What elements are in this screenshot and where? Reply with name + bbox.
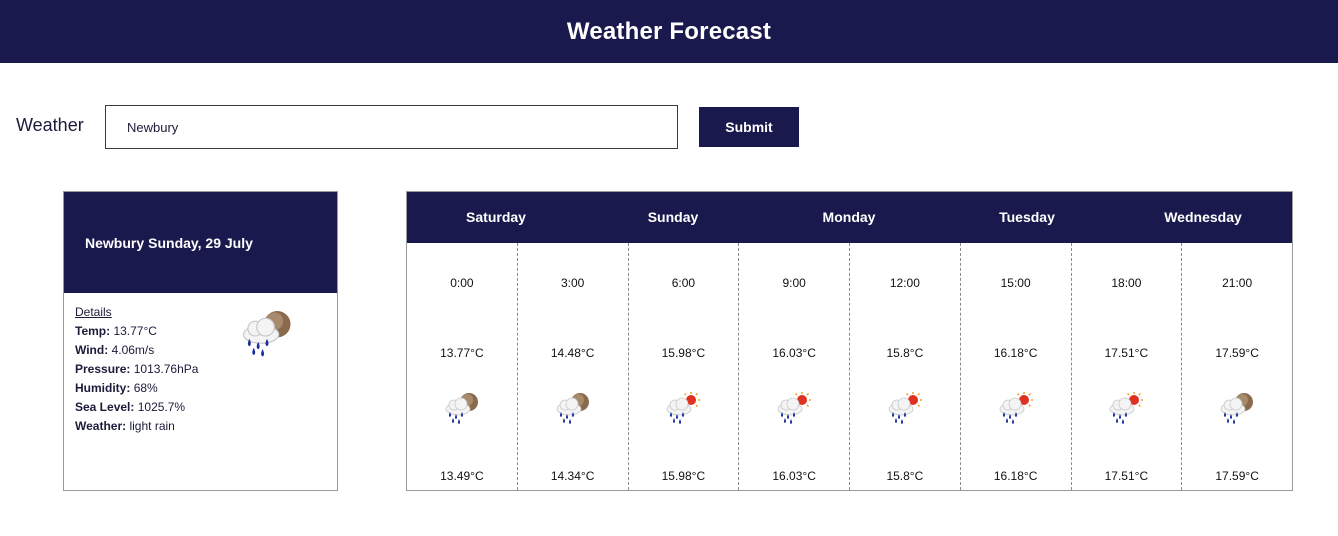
day-header-wednesday: Wednesday bbox=[1164, 209, 1242, 225]
rain-cloud-sun-icon bbox=[663, 391, 703, 425]
slot-min-temp: 17.51°C bbox=[1104, 469, 1149, 483]
slot-min-temp: 17.59°C bbox=[1215, 469, 1259, 483]
pressure-value: 1013.76hPa bbox=[133, 362, 199, 376]
forecast-slot: 9:00 16.03°C 16.03°C bbox=[739, 243, 850, 490]
rain-cloud-moon-icon bbox=[242, 310, 291, 357]
slot-min-temp: 16.03°C bbox=[772, 469, 816, 483]
slot-temp: 16.18°C bbox=[993, 346, 1038, 360]
current-weather-header: Newbury Sunday, 29 July bbox=[64, 192, 337, 293]
slot-temp: 17.59°C bbox=[1215, 346, 1259, 360]
forecast-slot: 21:00 17.59°C 17.59°C bbox=[1182, 243, 1292, 490]
submit-button[interactable]: Submit bbox=[699, 107, 799, 147]
slot-time: 15:00 bbox=[1000, 276, 1031, 290]
rain-cloud-sun-icon bbox=[1106, 391, 1146, 425]
pressure-label: Pressure: bbox=[75, 362, 131, 376]
humidity-label: Humidity: bbox=[75, 381, 131, 395]
slot-min-temp: 15.8°C bbox=[886, 469, 924, 483]
details-link[interactable]: Details bbox=[75, 303, 198, 322]
current-date: Sunday, 29 July bbox=[148, 234, 253, 251]
humidity-value: 68% bbox=[133, 381, 158, 395]
page-title: Weather Forecast bbox=[566, 17, 772, 45]
wind-value: 4.06m/s bbox=[111, 343, 155, 357]
day-header-saturday: Saturday bbox=[466, 209, 526, 225]
day-header-monday: Monday bbox=[822, 209, 876, 225]
forecast-days-header: Saturday Sunday Monday Tuesday Wednesday bbox=[407, 192, 1292, 243]
header-bar: Weather Forecast bbox=[0, 0, 1338, 63]
slot-temp: 13.77°C bbox=[440, 346, 484, 360]
slot-time: 6:00 bbox=[671, 276, 696, 290]
sea-level-row: Sea Level: 1025.7% bbox=[75, 398, 198, 417]
temp-label: Temp: bbox=[75, 324, 111, 338]
sea-level-value: 1025.7% bbox=[137, 400, 186, 414]
weather-value: light rain bbox=[129, 419, 175, 433]
forecast-slot: 0:00 13.77°C 13.49°C bbox=[407, 243, 518, 490]
forecast-slot: 3:00 14.48°C 14.34°C bbox=[518, 243, 629, 490]
sea-level-label: Sea Level: bbox=[75, 400, 135, 414]
slot-temp: 16.03°C bbox=[772, 346, 816, 360]
current-weather-card: Newbury Sunday, 29 July Details Temp: 13… bbox=[63, 191, 338, 491]
rain-cloud-sun-icon bbox=[996, 391, 1036, 425]
slot-time: 3:00 bbox=[560, 276, 585, 290]
temp-row: Temp: 13.77°C bbox=[75, 322, 198, 341]
slot-time: 18:00 bbox=[1111, 276, 1142, 290]
current-details: Details Temp: 13.77°C Wind: 4.06m/s Pres… bbox=[75, 303, 198, 436]
rain-cloud-sun-icon bbox=[774, 391, 814, 425]
slot-min-temp: 14.34°C bbox=[550, 469, 595, 483]
city-search-input[interactable] bbox=[105, 105, 678, 149]
slot-temp: 15.98°C bbox=[661, 346, 706, 360]
forecast-table: Saturday Sunday Monday Tuesday Wednesday… bbox=[406, 191, 1293, 491]
rain-cloud-moon-icon bbox=[1217, 391, 1257, 425]
rain-cloud-sun-icon bbox=[885, 391, 925, 425]
temp-value: 13.77°C bbox=[113, 324, 157, 338]
slot-temp: 15.8°C bbox=[886, 346, 924, 360]
forecast-slots: 0:00 13.77°C 13.49°C 3:00 14.48°C 14.34°C 6:00… bbox=[407, 243, 1292, 490]
day-header-tuesday: Tuesday bbox=[999, 209, 1055, 225]
humidity-row: Humidity: 68% bbox=[75, 379, 198, 398]
weather-row: Weather: light rain bbox=[75, 417, 198, 436]
wind-row: Wind: 4.06m/s bbox=[75, 341, 198, 360]
slot-time: 0:00 bbox=[450, 276, 474, 290]
day-header-sunday: Sunday bbox=[647, 209, 699, 225]
pressure-row: Pressure: 1013.76hPa bbox=[75, 360, 198, 379]
forecast-slot: 18:00 17.51°C 17.51°C bbox=[1072, 243, 1183, 490]
forecast-slot: 15:00 16.18°C 16.18°C bbox=[961, 243, 1072, 490]
forecast-slot: 6:00 15.98°C 15.98°C bbox=[629, 243, 740, 490]
rain-cloud-moon-icon bbox=[553, 391, 593, 425]
weather-label: Weather: bbox=[75, 419, 127, 433]
wind-label: Wind: bbox=[75, 343, 109, 357]
slot-temp: 17.51°C bbox=[1104, 346, 1149, 360]
slot-time: 21:00 bbox=[1222, 276, 1253, 290]
slot-min-temp: 16.18°C bbox=[993, 469, 1038, 483]
rain-cloud-moon-icon bbox=[442, 391, 482, 425]
slot-min-temp: 13.49°C bbox=[440, 469, 484, 483]
forecast-slot: 12:00 15.8°C 15.8°C bbox=[850, 243, 961, 490]
slot-time: 12:00 bbox=[889, 276, 920, 290]
search-label: Weather bbox=[16, 115, 84, 135]
slot-time: 9:00 bbox=[782, 276, 806, 290]
slot-min-temp: 15.98°C bbox=[661, 469, 706, 483]
current-city: Newbury bbox=[85, 234, 145, 251]
slot-temp: 14.48°C bbox=[550, 346, 595, 360]
